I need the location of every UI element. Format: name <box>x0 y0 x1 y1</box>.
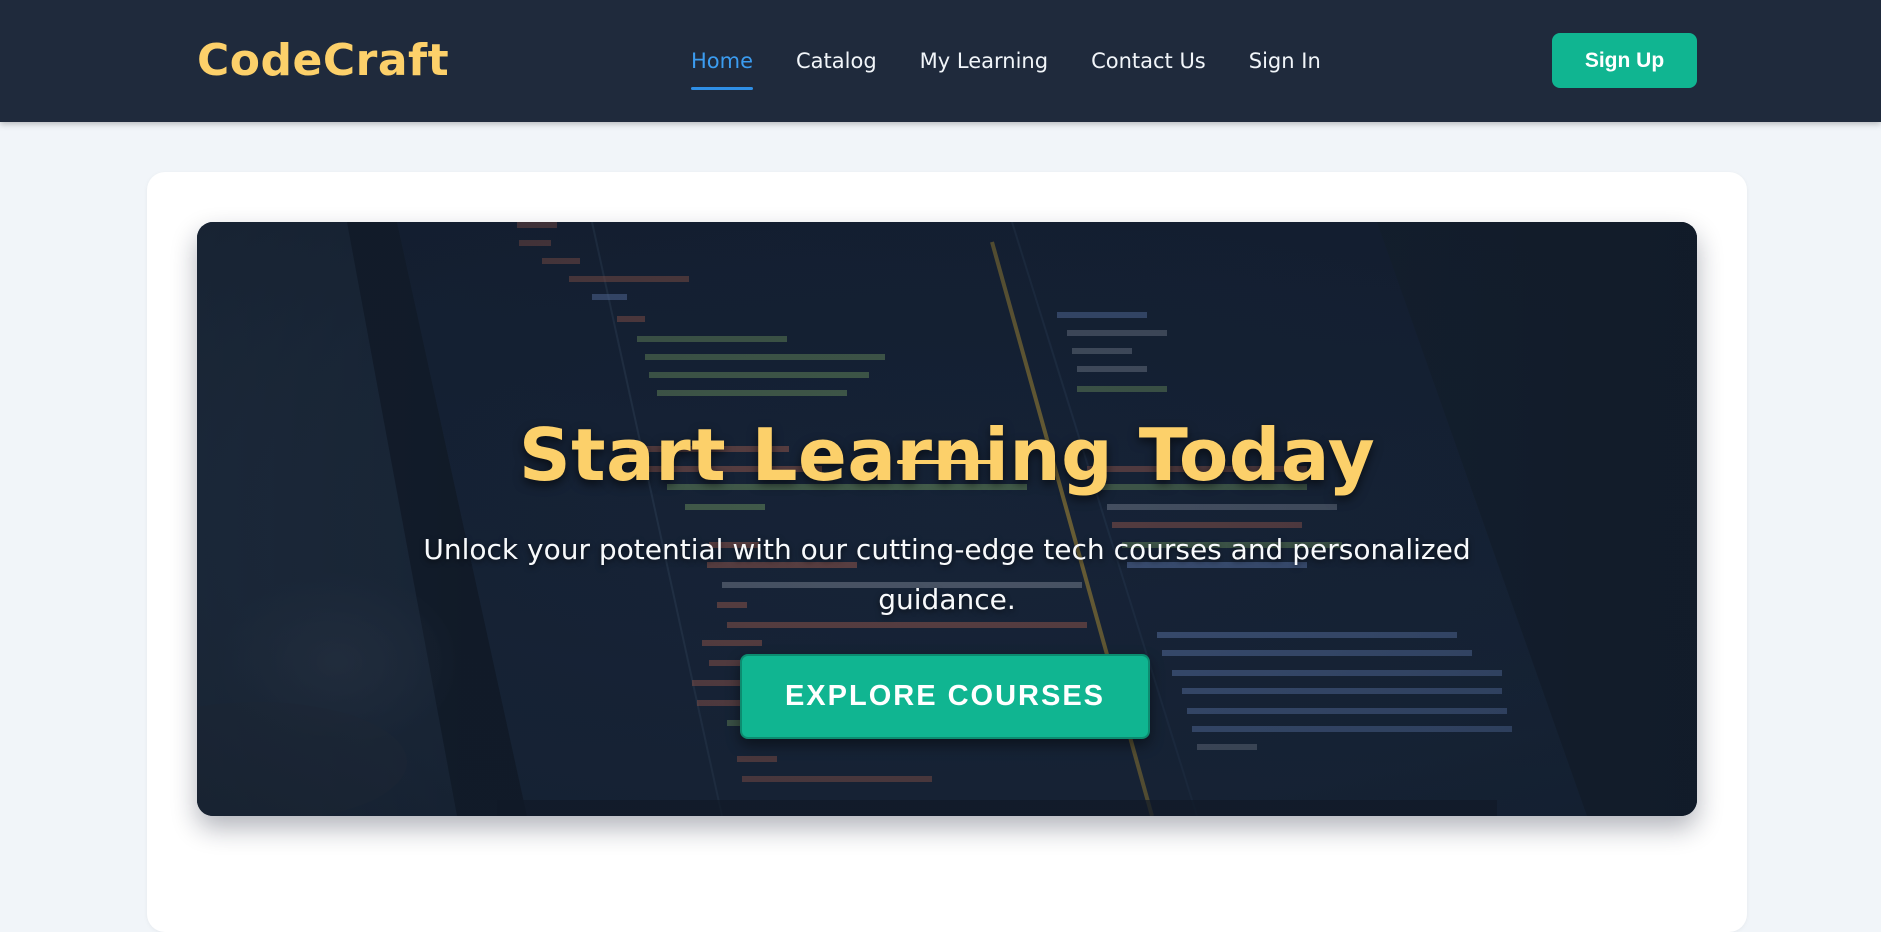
title-underline <box>897 460 997 464</box>
nav-link-contact-us[interactable]: Contact Us <box>1091 46 1206 76</box>
nav-link-sign-in[interactable]: Sign In <box>1249 46 1321 76</box>
hero-subtitle: Unlock your potential with our cutting-e… <box>423 533 1471 616</box>
hero-title: Start Learning Today <box>518 413 1376 498</box>
nav-link-catalog[interactable]: Catalog <box>796 46 877 76</box>
nav-link-home[interactable]: Home <box>691 46 754 90</box>
hero-banner: Start Learning Today Unlock your potenti… <box>197 222 1697 816</box>
brand-logo[interactable]: CodeCraft <box>197 33 449 89</box>
sign-up-button[interactable]: Sign Up <box>1552 33 1697 88</box>
explore-courses-button[interactable]: EXPLORE COURSES <box>740 654 1150 739</box>
main-nav: Home Catalog My Learning Contact Us Sign… <box>691 46 1364 90</box>
nav-link-my-learning[interactable]: My Learning <box>920 46 1048 76</box>
navbar: CodeCraft Home Catalog My Learning Conta… <box>0 0 1881 122</box>
